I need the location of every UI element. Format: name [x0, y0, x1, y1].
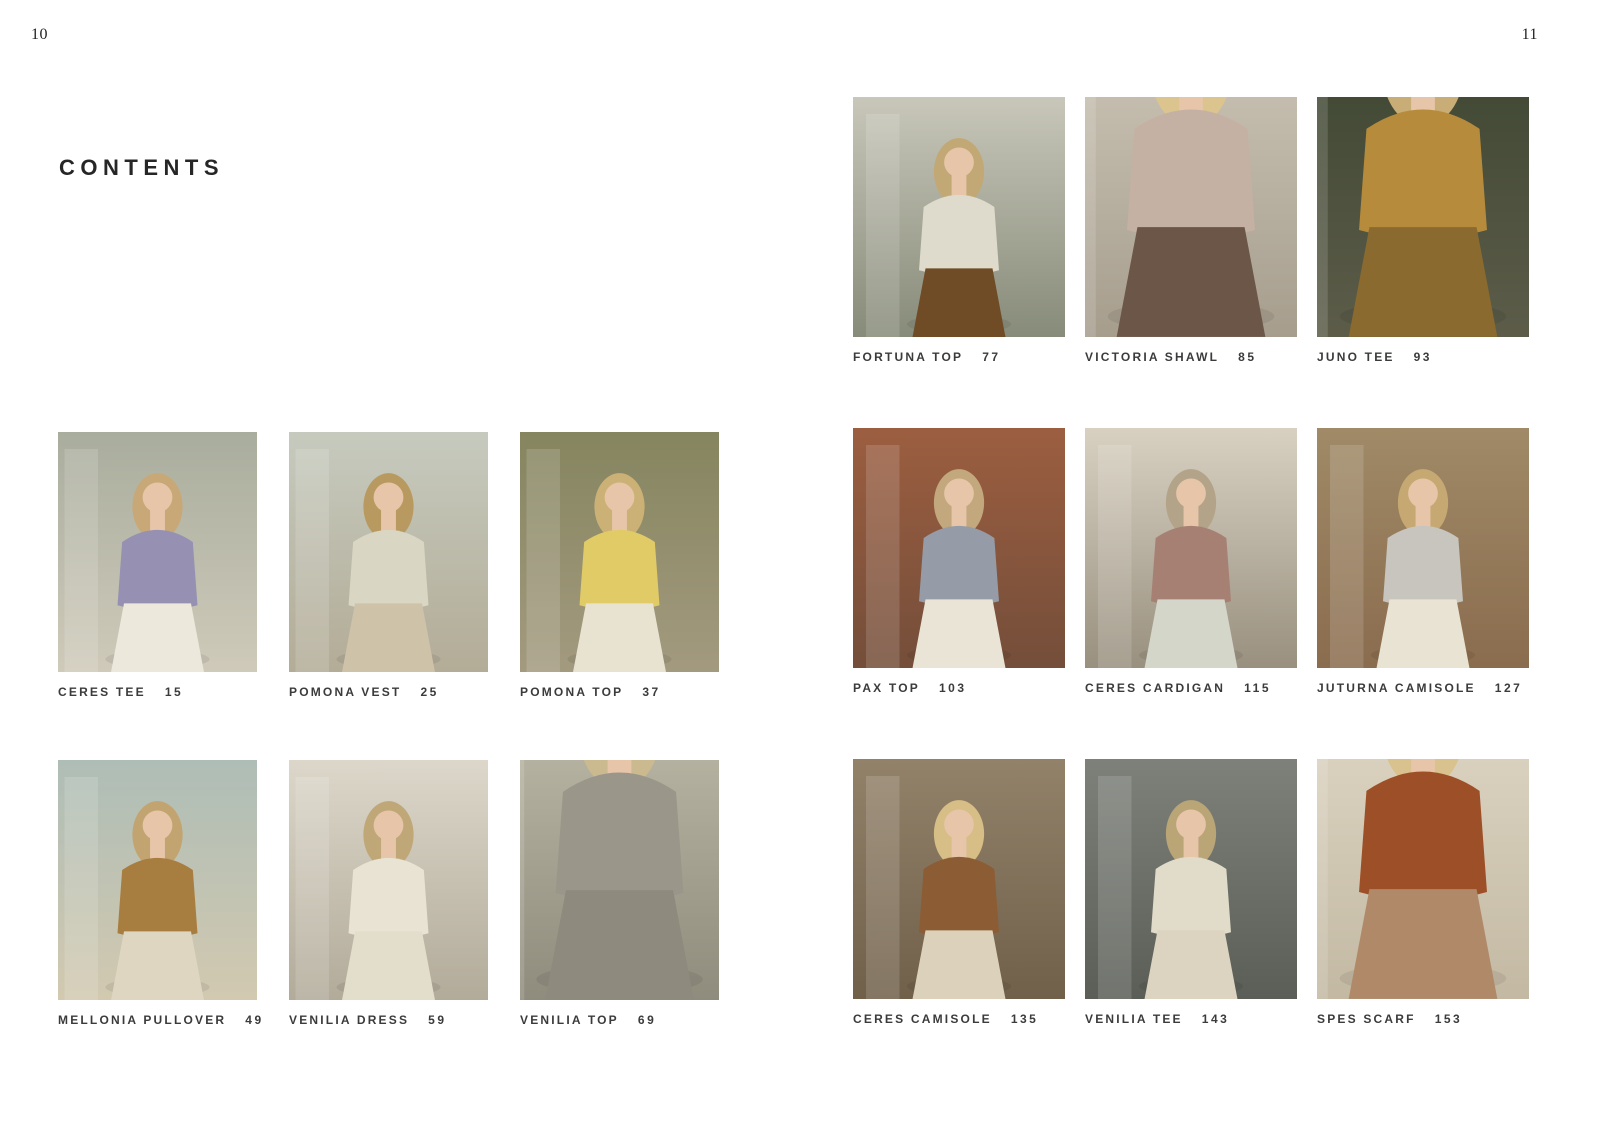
toc-entry-venilia-dress: VENILIA DRESS 59 [289, 760, 488, 1027]
person-illustration [1085, 445, 1297, 668]
toc-entry-ceres-cardigan: CERES CARDIGAN 115 [1085, 428, 1297, 695]
person-illustration [58, 449, 257, 672]
page-number-left: 10 [31, 26, 48, 44]
pattern-photo [58, 760, 257, 1000]
toc-entry-victoria-shawl: VICTORIA SHAWL 85 [1085, 97, 1297, 364]
pattern-page-ref: 135 [1011, 1012, 1039, 1026]
pattern-photo [1317, 97, 1529, 337]
pattern-photo [1317, 759, 1529, 999]
person-illustration [289, 449, 488, 672]
pattern-photo [853, 97, 1065, 337]
pattern-page-ref: 25 [420, 685, 438, 699]
page-number-right: 11 [1522, 26, 1538, 44]
person-illustration [1317, 759, 1529, 999]
person-illustration [1317, 97, 1529, 337]
pattern-name: VICTORIA SHAWL [1085, 350, 1219, 364]
pattern-name: MELLONIA PULLOVER [58, 1013, 226, 1027]
toc-entry-venilia-tee: VENILIA TEE 143 [1085, 759, 1297, 1026]
pattern-photo [853, 428, 1065, 668]
pattern-photo [1317, 428, 1529, 668]
person-illustration [289, 777, 488, 1000]
pattern-page-ref: 115 [1244, 681, 1271, 695]
pattern-page-ref: 93 [1414, 350, 1432, 364]
pattern-photo [58, 432, 257, 672]
pattern-name: SPES SCARF [1317, 1012, 1416, 1026]
toc-entry-ceres-tee: CERES TEE 15 [58, 432, 257, 699]
pattern-name: VENILIA TOP [520, 1013, 619, 1027]
pattern-photo [853, 759, 1065, 999]
person-illustration [520, 449, 719, 672]
person-illustration [853, 445, 1065, 668]
person-illustration [853, 776, 1065, 999]
pattern-photo [289, 432, 488, 672]
pattern-photo [1085, 428, 1297, 668]
pattern-name: PAX TOP [853, 681, 920, 695]
pattern-page-ref: 15 [165, 685, 183, 699]
pattern-name: FORTUNA TOP [853, 350, 963, 364]
pattern-page-ref: 103 [939, 681, 967, 695]
toc-grid-left-page: CERES TEE 15 POMONA VEST 25 [58, 432, 719, 1027]
pattern-name: POMONA TOP [520, 685, 623, 699]
toc-entry-spes-scarf: SPES SCARF 153 [1317, 759, 1529, 1026]
pattern-name: POMONA VEST [289, 685, 401, 699]
pattern-page-ref: 49 [245, 1013, 263, 1027]
pattern-name: CERES TEE [58, 685, 146, 699]
person-illustration [1085, 97, 1297, 337]
pattern-name: VENILIA DRESS [289, 1013, 409, 1027]
toc-entry-ceres-camisole: CERES CAMISOLE 135 [853, 759, 1065, 1026]
pattern-page-ref: 85 [1238, 350, 1256, 364]
person-illustration [1085, 776, 1297, 999]
pattern-page-ref: 77 [982, 350, 1000, 364]
toc-grid-right-page: FORTUNA TOP 77 VICTORIA SHAWL 85 [853, 97, 1529, 1026]
pattern-page-ref: 37 [642, 685, 660, 699]
pattern-name: CERES CAMISOLE [853, 1012, 992, 1026]
pattern-photo [1085, 97, 1297, 337]
pattern-name: VENILIA TEE [1085, 1012, 1183, 1026]
pattern-page-ref: 127 [1495, 681, 1523, 695]
pattern-page-ref: 143 [1202, 1012, 1230, 1026]
pattern-page-ref: 153 [1435, 1012, 1463, 1026]
contents-heading: CONTENTS [59, 155, 224, 181]
toc-entry-pomona-vest: POMONA VEST 25 [289, 432, 488, 699]
pattern-photo [1085, 759, 1297, 999]
toc-entry-juno-tee: JUNO TEE 93 [1317, 97, 1529, 364]
person-illustration [58, 777, 257, 1000]
pattern-name: JUTURNA CAMISOLE [1317, 681, 1476, 695]
toc-entry-fortuna-top: FORTUNA TOP 77 [853, 97, 1065, 364]
toc-entry-venilia-top: VENILIA TOP 69 [520, 760, 719, 1027]
toc-entry-mellonia-pullover: MELLONIA PULLOVER 49 [58, 760, 257, 1027]
pattern-photo [520, 760, 719, 1000]
pattern-name: CERES CARDIGAN [1085, 681, 1225, 695]
pattern-page-ref: 59 [428, 1013, 446, 1027]
person-illustration [1317, 445, 1529, 668]
pattern-name: JUNO TEE [1317, 350, 1395, 364]
person-illustration [520, 760, 719, 1000]
pattern-photo [289, 760, 488, 1000]
person-illustration [853, 114, 1065, 337]
toc-entry-juturna-camisole: JUTURNA CAMISOLE 127 [1317, 428, 1529, 695]
toc-entry-pax-top: PAX TOP 103 [853, 428, 1065, 695]
pattern-photo [520, 432, 719, 672]
toc-entry-pomona-top: POMONA TOP 37 [520, 432, 719, 699]
pattern-page-ref: 69 [638, 1013, 656, 1027]
